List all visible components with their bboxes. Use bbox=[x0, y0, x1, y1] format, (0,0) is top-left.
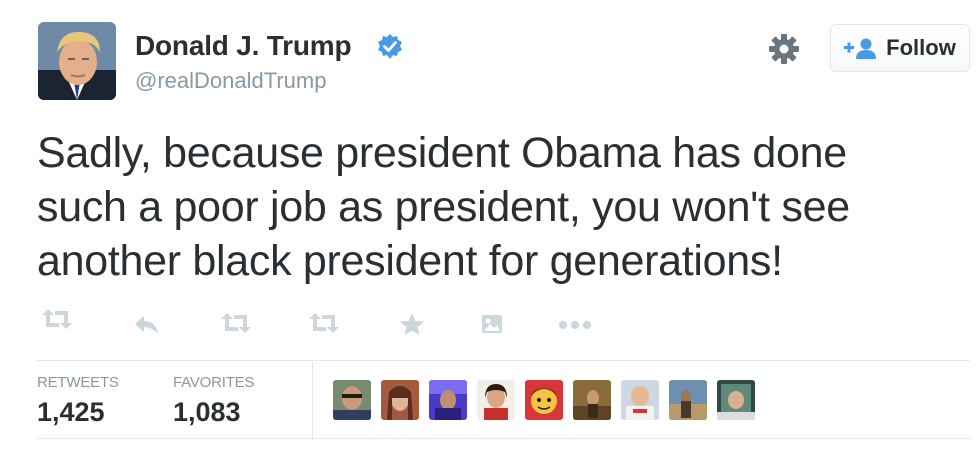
favoriter-avatar-9[interactable] bbox=[717, 380, 755, 420]
favoriter-avatar-8[interactable] bbox=[669, 380, 707, 420]
retweet-icon[interactable] bbox=[219, 312, 253, 334]
tweet-text: Sadly, because president Obama has done … bbox=[37, 126, 967, 288]
favorites-count: 1,083 bbox=[173, 397, 241, 427]
retweets-stat[interactable]: RETWEETS 1,425 bbox=[37, 374, 119, 428]
tweet-text-line: Sadly, because president Obama has done bbox=[37, 129, 847, 177]
more-icon[interactable] bbox=[558, 320, 592, 330]
retweets-label: RETWEETS bbox=[37, 374, 119, 391]
add-user-icon bbox=[844, 38, 877, 59]
tweet-card: Donald J. Trump @realDonaldTrump Follow … bbox=[0, 0, 980, 462]
favoriter-avatar-1[interactable] bbox=[333, 380, 371, 420]
favorites-stat[interactable]: FAVORITES 1,083 bbox=[173, 374, 254, 428]
favoriter-avatar-2[interactable] bbox=[381, 380, 419, 420]
favorites-label: FAVORITES bbox=[173, 374, 255, 391]
stats-bottom-divider bbox=[37, 438, 970, 439]
retweets-count: 1,425 bbox=[37, 397, 105, 427]
favoriter-avatar-6[interactable] bbox=[573, 380, 611, 420]
favoriter-avatar-3[interactable] bbox=[429, 380, 467, 420]
retweet-icon[interactable] bbox=[40, 308, 74, 330]
stats-vertical-divider bbox=[312, 362, 313, 440]
tweet-text-line: another black president for generations! bbox=[37, 237, 783, 285]
follow-label: Follow bbox=[886, 35, 956, 60]
favoriter-avatar-7[interactable] bbox=[621, 380, 659, 420]
verified-badge-icon bbox=[378, 34, 402, 59]
gear-icon[interactable] bbox=[768, 33, 800, 65]
image-icon[interactable] bbox=[481, 314, 503, 334]
stats-top-divider bbox=[37, 360, 970, 361]
favoriter-avatar-4[interactable] bbox=[477, 380, 515, 420]
user-handle[interactable]: @realDonaldTrump bbox=[135, 68, 326, 94]
reply-icon[interactable] bbox=[133, 314, 161, 336]
follow-button[interactable]: Follow bbox=[830, 24, 970, 72]
tweet-text-line: such a poor job as president, you won't … bbox=[37, 183, 850, 231]
favoriter-avatar-5[interactable] bbox=[525, 380, 563, 420]
retweet-icon[interactable] bbox=[307, 312, 341, 334]
user-avatar[interactable] bbox=[38, 22, 116, 100]
user-name[interactable]: Donald J. Trump bbox=[135, 30, 352, 62]
favorite-star-icon[interactable] bbox=[399, 312, 425, 336]
